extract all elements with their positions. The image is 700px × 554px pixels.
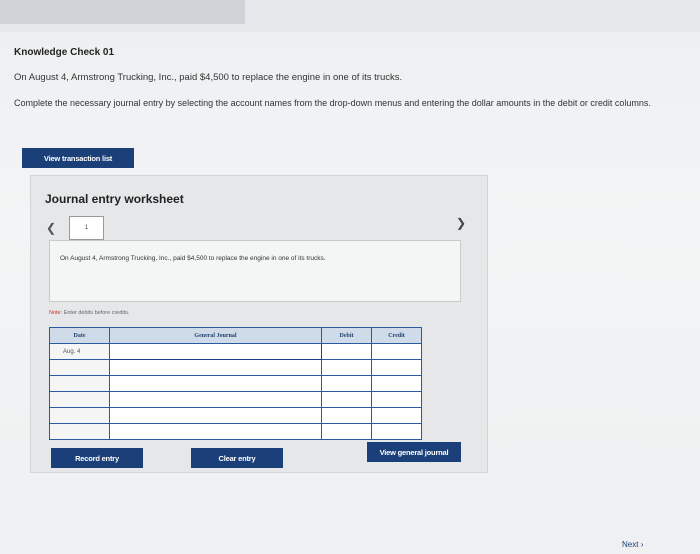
table-row: Aug. 4	[49, 343, 422, 360]
date-cell	[49, 391, 110, 408]
credit-input[interactable]	[371, 407, 422, 424]
debit-input[interactable]	[321, 359, 372, 376]
credit-input[interactable]	[371, 359, 422, 376]
next-label: Next	[622, 540, 639, 549]
next-button[interactable]: Next ›	[622, 540, 643, 549]
worksheet-title: Journal entry worksheet	[45, 192, 184, 206]
note-text: Enter debits before credits.	[63, 310, 130, 316]
chevron-left-icon[interactable]: ❮	[46, 221, 56, 235]
account-dropdown[interactable]	[109, 391, 322, 408]
account-dropdown[interactable]	[109, 423, 322, 440]
account-dropdown[interactable]	[109, 407, 322, 424]
page-number-tab[interactable]: 1	[69, 216, 104, 240]
date-cell: Aug. 4	[49, 343, 110, 360]
date-header: Date	[49, 327, 110, 344]
table-row	[49, 407, 422, 424]
instructions-text: Complete the necessary journal entry by …	[14, 98, 651, 108]
debit-input[interactable]	[321, 375, 372, 392]
credit-input[interactable]	[371, 423, 422, 440]
note: Note: Enter debits before credits.	[49, 310, 129, 316]
debit-input[interactable]	[321, 423, 372, 440]
question-text: On August 4, Armstrong Trucking, Inc., p…	[14, 72, 403, 83]
view-transaction-list-button[interactable]: View transaction list	[22, 148, 134, 168]
table-header-row: Date General Journal Debit Credit	[49, 327, 422, 344]
table-row	[49, 423, 422, 440]
top-banner	[0, 0, 700, 32]
account-dropdown[interactable]	[109, 375, 322, 392]
table-row	[49, 391, 422, 408]
credit-input[interactable]	[371, 391, 422, 408]
chevron-right-icon[interactable]: ❯	[456, 216, 466, 230]
transaction-description: On August 4, Armstrong Trucking, Inc., p…	[60, 255, 326, 262]
account-dropdown[interactable]	[109, 359, 322, 376]
date-cell	[49, 359, 110, 376]
journal-table: Date General Journal Debit Credit Aug. 4	[49, 327, 422, 440]
journal-entry-worksheet: Journal entry worksheet ❮ 1 ❯ On August …	[30, 175, 488, 473]
date-cell	[49, 375, 110, 392]
transaction-description-box: On August 4, Armstrong Trucking, Inc., p…	[49, 240, 461, 302]
table-row	[49, 359, 422, 376]
debit-input[interactable]	[321, 407, 372, 424]
table-row	[49, 375, 422, 392]
credit-header: Credit	[371, 327, 422, 344]
date-cell	[49, 407, 110, 424]
clear-entry-button[interactable]: Clear entry	[191, 448, 283, 468]
view-general-journal-button[interactable]: View general journal	[367, 442, 461, 462]
date-cell	[49, 423, 110, 440]
account-dropdown[interactable]	[109, 343, 322, 360]
page-title: Knowledge Check 01	[14, 47, 115, 58]
chevron-right-icon: ›	[640, 540, 644, 549]
note-label: Note:	[49, 310, 63, 316]
credit-input[interactable]	[371, 343, 422, 360]
debit-input[interactable]	[321, 391, 372, 408]
general-journal-header: General Journal	[109, 327, 322, 344]
record-entry-button[interactable]: Record entry	[51, 448, 143, 468]
top-banner-block	[0, 0, 245, 24]
debit-header: Debit	[321, 327, 372, 344]
debit-input[interactable]	[321, 343, 372, 360]
credit-input[interactable]	[371, 375, 422, 392]
